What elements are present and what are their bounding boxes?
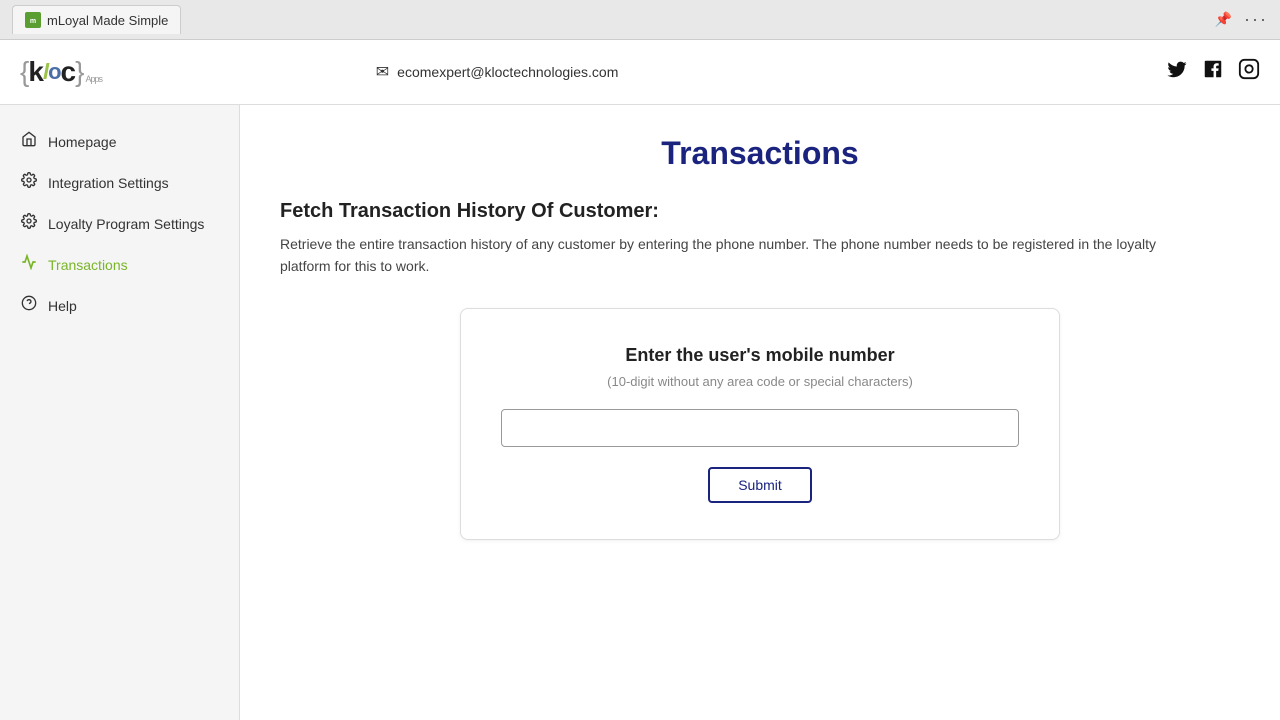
gear-icon-loyalty	[20, 213, 38, 234]
sidebar-label-integration: Integration Settings	[48, 175, 169, 191]
sidebar-label-loyalty: Loyalty Program Settings	[48, 216, 204, 232]
logo: { k l o c } Apps	[20, 56, 102, 88]
section-heading: Fetch Transaction History Of Customer:	[280, 200, 1240, 223]
pin-icon[interactable]: 📌	[1215, 11, 1232, 28]
header-email: ecomexpert@kloctechnologies.com	[397, 64, 618, 80]
sidebar-item-transactions[interactable]: Transactions	[0, 244, 239, 285]
logo-c: c	[61, 56, 76, 88]
sidebar-label-homepage: Homepage	[48, 134, 117, 150]
mobile-number-card: Enter the user's mobile number (10-digit…	[460, 308, 1060, 540]
sidebar: Homepage Integration Settings	[0, 105, 240, 720]
sidebar-item-help[interactable]: Help	[0, 285, 239, 326]
logo-o: o	[48, 59, 60, 85]
app-body: Homepage Integration Settings	[0, 105, 1280, 720]
gear-icon-integration	[20, 172, 38, 193]
tab-favicon: m	[25, 12, 41, 28]
logo-apps: Apps	[85, 74, 102, 84]
logo-bracket-open: {	[20, 56, 28, 88]
tab-label: mLoyal Made Simple	[47, 13, 168, 28]
browser-tab[interactable]: m mLoyal Made Simple	[12, 5, 181, 34]
app-wrapper: { k l o c } Apps ✉ ecomexpert@kloctechno…	[0, 40, 1280, 720]
logo-bracket-close: }	[75, 56, 83, 88]
sidebar-label-help: Help	[48, 298, 77, 314]
instagram-icon[interactable]	[1238, 58, 1260, 86]
transactions-icon	[20, 254, 38, 275]
more-icon[interactable]: ···	[1244, 9, 1268, 30]
sidebar-item-loyalty-settings[interactable]: Loyalty Program Settings	[0, 203, 239, 244]
section-description: Retrieve the entire transaction history …	[280, 233, 1180, 278]
card-title: Enter the user's mobile number	[501, 345, 1019, 366]
home-icon	[20, 131, 38, 152]
phone-number-input[interactable]	[501, 409, 1019, 447]
header-social	[1166, 58, 1260, 86]
sidebar-item-homepage[interactable]: Homepage	[0, 121, 239, 162]
svg-text:m: m	[30, 18, 36, 25]
sidebar-label-transactions: Transactions	[48, 257, 128, 273]
app-header: { k l o c } Apps ✉ ecomexpert@kloctechno…	[0, 40, 1280, 105]
page-title: Transactions	[280, 135, 1240, 172]
facebook-icon[interactable]	[1202, 58, 1224, 86]
twitter-icon[interactable]	[1166, 58, 1188, 86]
sidebar-item-integration-settings[interactable]: Integration Settings	[0, 162, 239, 203]
header-email-section: ✉ ecomexpert@kloctechnologies.com	[376, 62, 619, 82]
browser-bar: m mLoyal Made Simple 📌 ···	[0, 0, 1280, 40]
logo-k: k	[28, 56, 43, 88]
email-icon: ✉	[376, 62, 389, 82]
main-content: Transactions Fetch Transaction History O…	[240, 105, 1280, 720]
submit-button[interactable]: Submit	[708, 467, 812, 503]
card-subtitle: (10-digit without any area code or speci…	[501, 374, 1019, 389]
browser-actions: 📌 ···	[1215, 9, 1268, 30]
help-icon	[20, 295, 38, 316]
